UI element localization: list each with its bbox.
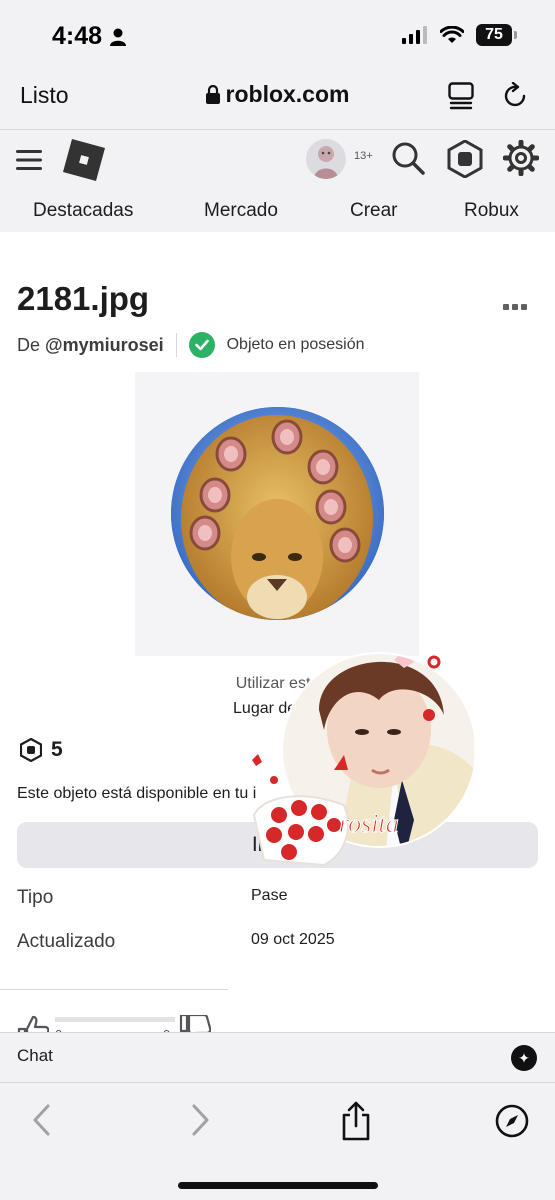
item-thumbnail: [135, 372, 419, 656]
nav-item-robux[interactable]: Robux: [464, 200, 519, 222]
status-bar: 4:48 75: [0, 0, 555, 70]
type-label: Tipo: [17, 887, 54, 908]
robux-icon: [20, 738, 42, 762]
item-price: 5: [20, 738, 63, 762]
share-icon[interactable]: [341, 1101, 371, 1141]
age-badge: 13+: [354, 150, 373, 162]
browser-top-bar: Listo roblox.com: [0, 70, 555, 130]
status-time: 4:48: [52, 22, 103, 50]
item-byline: De @mymiurosei Objeto en posesión: [17, 332, 364, 358]
chat-toggle-icon[interactable]: ✦: [511, 1045, 537, 1071]
site-header: 13+ Destacadas Mercado Crear Robux: [0, 130, 555, 232]
lock-icon: [205, 85, 220, 104]
reader-icon[interactable]: [448, 82, 474, 110]
thumbs-down-icon[interactable]: [179, 1015, 211, 1032]
availability-text: Este objeto está disponible en tu i: [17, 785, 257, 802]
section-divider: [0, 989, 228, 990]
nav-item-marketplace[interactable]: Mercado: [204, 200, 278, 222]
forward-icon[interactable]: [190, 1103, 212, 1137]
sticker-overlay: rosita: [244, 620, 477, 868]
reload-icon[interactable]: [503, 82, 529, 110]
search-icon[interactable]: [391, 141, 425, 175]
sticker-caption: rosita: [339, 809, 399, 838]
vote-row: 0 0: [17, 1015, 217, 1032]
owned-label: Objeto en posesión: [226, 336, 365, 353]
by-prefix: De: [17, 334, 41, 355]
item-title: 2181.jpg: [17, 280, 150, 317]
check-icon: [188, 332, 215, 358]
more-icon[interactable]: [503, 304, 527, 310]
url-text: roblox.com: [225, 81, 350, 107]
status-time-group: 4:48: [52, 22, 127, 51]
browser-bottom-toolbar: [0, 1082, 555, 1200]
chat-bar[interactable]: Chat ✦: [0, 1032, 555, 1082]
battery-indicator: 75: [476, 24, 517, 46]
signal-icon: [402, 26, 427, 44]
price-value: 5: [51, 738, 63, 761]
roblox-logo[interactable]: [63, 139, 105, 181]
back-icon[interactable]: [30, 1103, 52, 1137]
compass-icon[interactable]: [495, 1104, 529, 1138]
updated-value: 09 oct 2025: [251, 931, 335, 948]
status-indicators: 75: [402, 24, 517, 46]
gear-icon[interactable]: [503, 140, 539, 176]
creator-link[interactable]: @mymiurosei: [45, 335, 164, 356]
thumbs-up-icon[interactable]: [17, 1015, 49, 1032]
robux-icon[interactable]: [447, 140, 483, 178]
nav-item-create[interactable]: Crear: [350, 200, 398, 222]
vote-ratio-bar: [55, 1017, 175, 1022]
wifi-icon: [440, 26, 464, 43]
chat-label: Chat: [17, 1046, 53, 1065]
person-icon: [110, 28, 127, 46]
avatar[interactable]: [306, 139, 346, 179]
main-nav: Destacadas Mercado Crear Robux: [0, 200, 555, 232]
home-indicator: [178, 1182, 378, 1189]
battery-level: 75: [476, 24, 512, 46]
nav-item-featured[interactable]: Destacadas: [33, 200, 133, 222]
type-value: Pase: [251, 887, 288, 904]
menu-icon[interactable]: [16, 150, 42, 170]
updated-label: Actualizado: [17, 931, 116, 952]
thumbnail-image: [171, 407, 384, 620]
